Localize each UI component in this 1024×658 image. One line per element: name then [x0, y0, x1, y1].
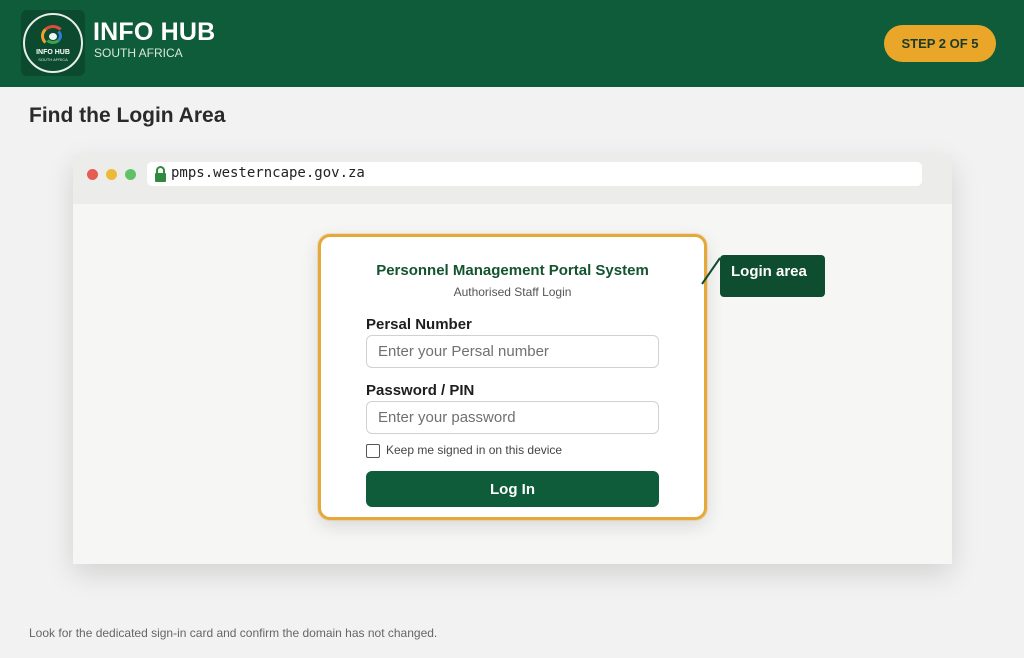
persal-number-input[interactable] — [366, 335, 659, 368]
logo-emblem: INFO HUB SOUTH AFRICA — [23, 13, 83, 73]
logo-subtext: SOUTH AFRICA — [38, 57, 68, 62]
step-badge: STEP 2 OF 5 — [884, 25, 996, 62]
footer-note: Look for the dedicated sign-in card and … — [29, 626, 438, 640]
address-bar[interactable]: pmps.westerncape.gov.za — [147, 162, 922, 186]
keep-signed-in-checkbox[interactable] — [366, 444, 380, 458]
url-text: pmps.westerncape.gov.za — [171, 165, 365, 181]
browser-toolbar: pmps.westerncape.gov.za — [73, 155, 952, 204]
password-input[interactable] — [366, 401, 659, 434]
page-title: Find the Login Area — [29, 104, 226, 127]
info-hub-logo-icon[interactable]: INFO HUB SOUTH AFRICA — [21, 10, 85, 76]
keep-signed-in-label[interactable]: Keep me signed in on this device — [386, 443, 562, 457]
password-label: Password / PIN — [366, 382, 475, 399]
portal-title: Personnel Management Portal System — [376, 262, 649, 279]
brand-title: INFO HUB — [93, 18, 216, 46]
lock-icon — [155, 166, 166, 182]
brand-subtitle: SOUTH AFRICA — [94, 46, 183, 60]
window-close-dot — [87, 169, 98, 180]
persal-number-label: Persal Number — [366, 316, 472, 333]
window-minimize-dot — [106, 169, 117, 180]
logo-swirl — [38, 24, 68, 48]
window-maximize-dot — [125, 169, 136, 180]
login-card: Personnel Management Portal System Autho… — [318, 234, 707, 520]
log-in-button[interactable]: Log In — [366, 471, 659, 507]
login-area-callout: Login area — [720, 255, 825, 297]
logo-text: INFO HUB — [36, 49, 70, 56]
top-bar: INFO HUB SOUTH AFRICA INFO HUB SOUTH AFR… — [0, 0, 1024, 87]
portal-subtitle: Authorised Staff Login — [453, 285, 572, 299]
